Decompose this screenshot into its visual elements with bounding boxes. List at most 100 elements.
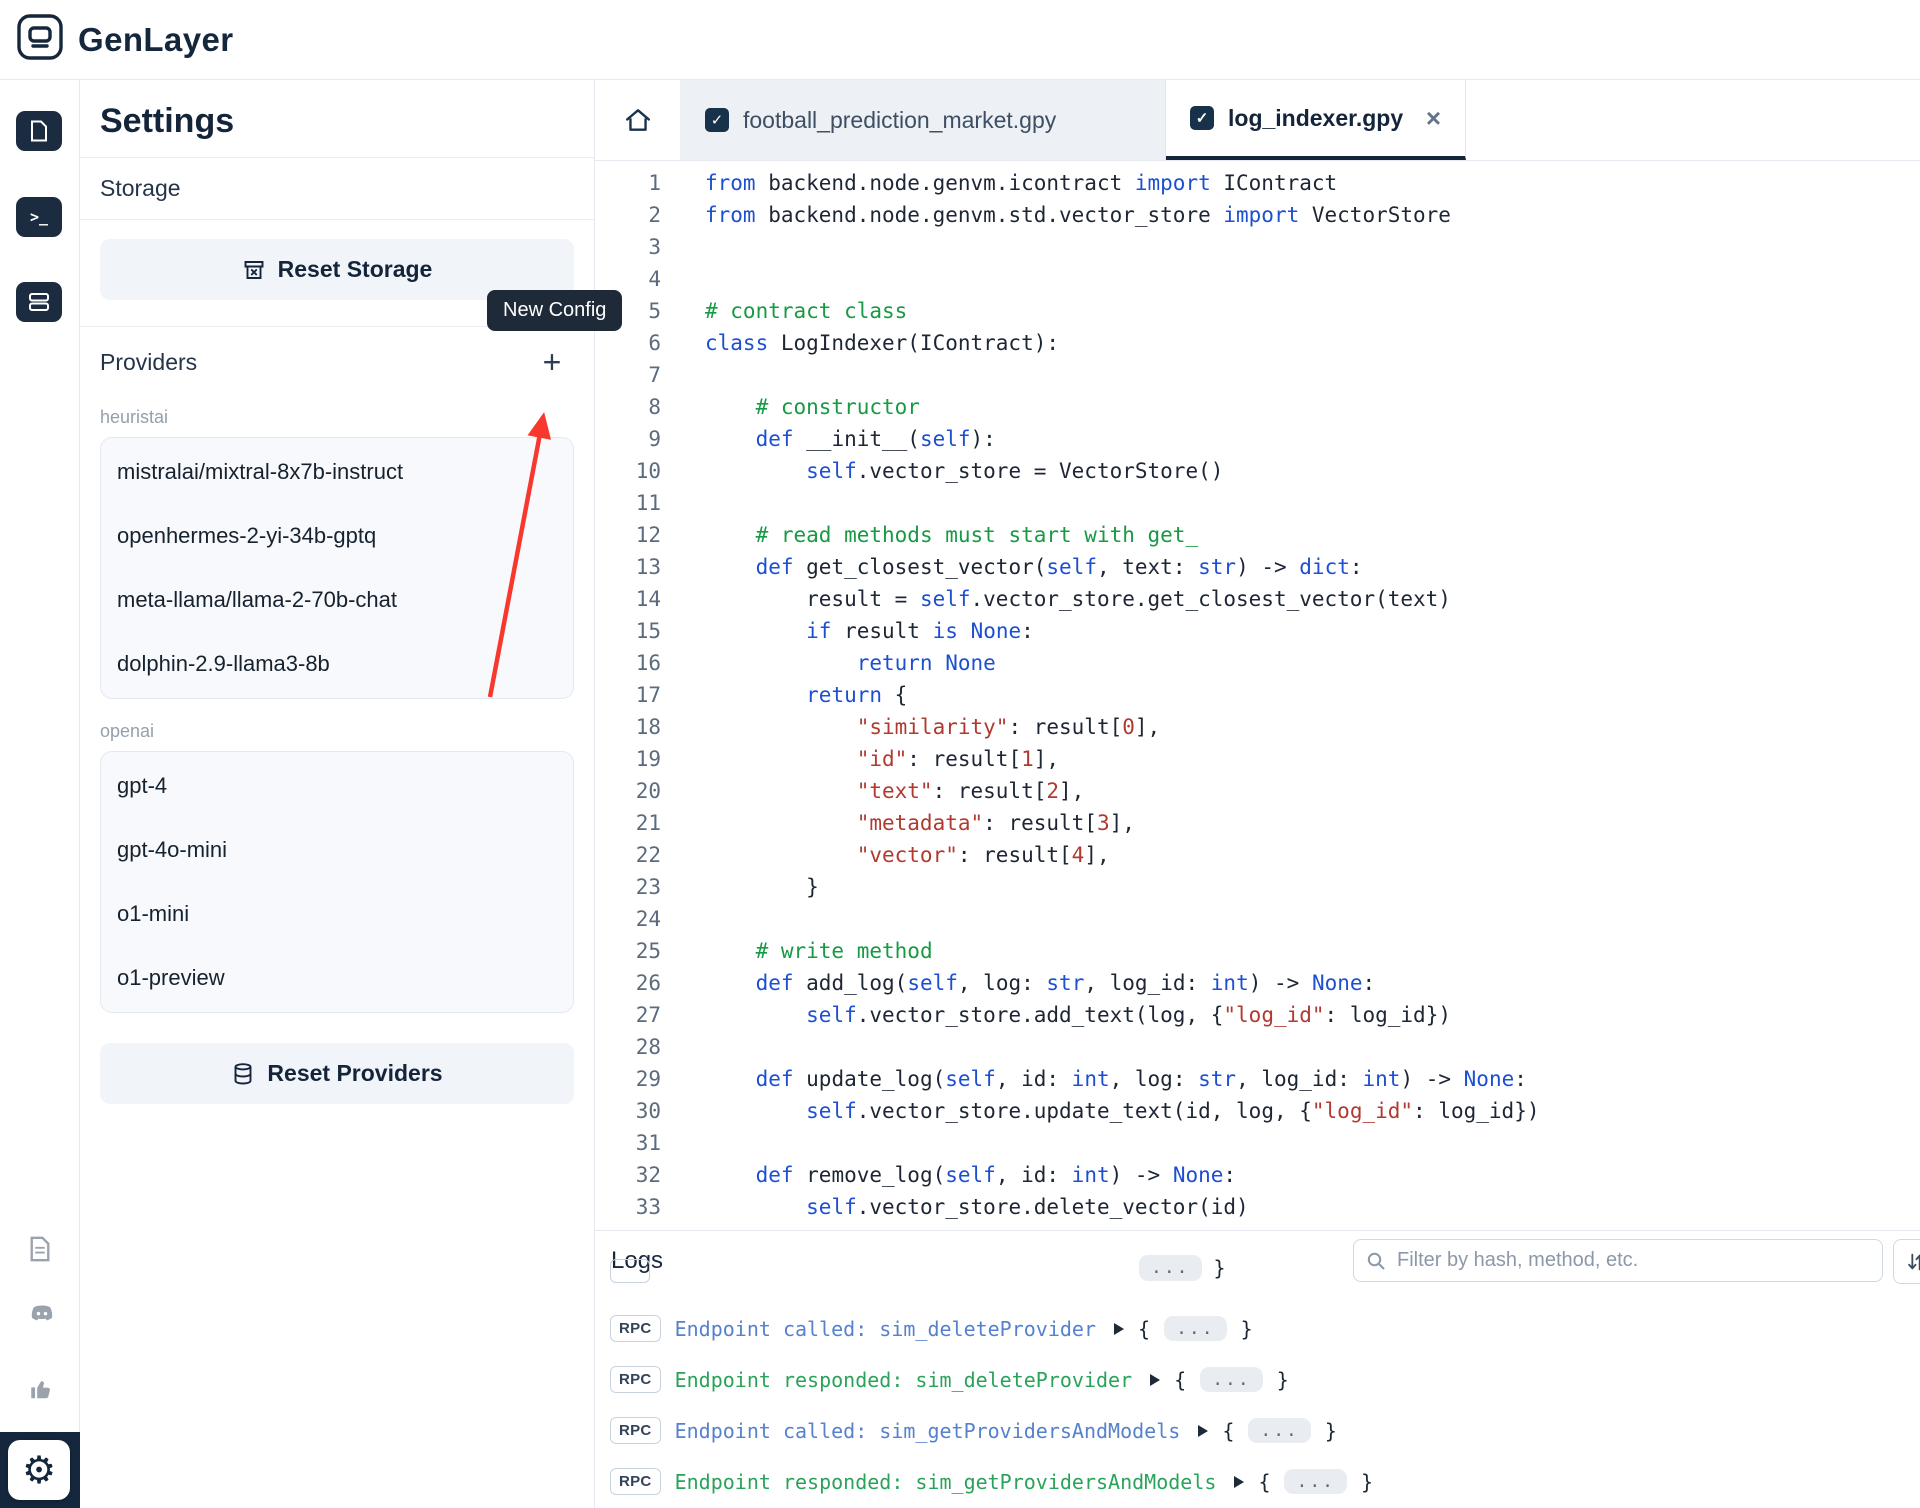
code-line: 20 "text": result[2], [595,775,1920,807]
settings-gear-icon[interactable]: ⚙ [8,1440,70,1500]
logs-filter-input[interactable] [1395,1248,1870,1273]
code-editor[interactable]: 1from backend.node.genvm.icontract impor… [595,161,1920,1230]
provider-item[interactable]: o1-preview [101,946,573,1010]
provider-item[interactable]: o1-mini [101,882,573,946]
code-text: } [661,871,819,903]
thumbs-up-icon[interactable] [28,1376,54,1402]
expand-triangle-icon[interactable] [1150,1374,1160,1386]
tab-log-indexer[interactable]: ✓ log_indexer.gpy × [1166,80,1466,160]
home-icon [624,107,652,133]
code-line: 13 def get_closest_vector(self, text: st… [595,551,1920,583]
line-number: 14 [595,583,661,615]
reset-providers-button[interactable]: Reset Providers [100,1043,574,1104]
code-line: 19 "id": result[1], [595,743,1920,775]
database-icon[interactable] [16,282,62,322]
close-tab-icon[interactable]: × [1426,105,1441,131]
code-text: "id": result[1], [661,743,1059,775]
provider-item[interactable]: gpt-4o-mini [101,818,573,882]
json-ellipsis-pill[interactable]: ... [1164,1316,1227,1342]
code-text: "metadata": result[3], [661,807,1135,839]
code-text: self.vector_store.add_text(log, {"log_id… [661,999,1451,1031]
line-number: 11 [595,487,661,519]
expand-triangle-icon[interactable] [1234,1476,1244,1488]
code-text: self.vector_store.delete_vector(id) [661,1191,1249,1223]
log-badge: RPC [610,1417,661,1444]
code-text: "text": result[2], [661,775,1084,807]
log-list: RPCEndpoint called: sim_deleteProvider{.… [595,1303,1920,1508]
line-number: 31 [595,1127,661,1159]
logs-panel: Logs ... } RPCEndpoint called: sim_de [595,1230,1920,1508]
brace-close: } [1241,1317,1253,1341]
provider-group-label: heuristai [100,407,574,428]
code-text [661,903,705,935]
discord-icon[interactable] [28,1304,54,1330]
code-text: if result is None: [661,615,1034,647]
provider-item[interactable]: dolphin-2.9-llama3-8b [101,632,573,696]
file-check-icon: ✓ [705,108,729,132]
code-text: def get_closest_vector(self, text: str) … [661,551,1363,583]
provider-item[interactable]: mistralai/mixtral-8x7b-instruct [101,440,573,504]
code-text: def __init__(self): [661,423,996,455]
code-text: "vector": result[4], [661,839,1110,871]
json-ellipsis-pill[interactable]: ... [1139,1255,1202,1281]
brand-name: GenLayer [78,21,233,59]
brace-close: } [1277,1368,1289,1392]
log-badge: RPC [610,1366,661,1393]
new-config-tooltip: New Config [487,290,622,331]
code-line: 22 "vector": result[4], [595,839,1920,871]
line-number: 2 [595,199,661,231]
json-ellipsis-pill[interactable]: ... [1200,1367,1263,1393]
json-ellipsis-pill[interactable]: ... [1248,1418,1311,1444]
line-number: 27 [595,999,661,1031]
trash-box-icon [242,258,266,282]
tab-football-prediction-market[interactable]: ✓ football_prediction_market.gpy [681,80,1166,160]
partial-log-badge [610,1259,650,1283]
line-number: 25 [595,935,661,967]
line-number: 29 [595,1063,661,1095]
code-text [661,1127,705,1159]
line-number: 10 [595,455,661,487]
terminal-icon[interactable]: >_ [16,197,62,237]
line-number: 3 [595,231,661,263]
code-line: 3 [595,231,1920,263]
code-line: 29 def update_log(self, id: int, log: st… [595,1063,1920,1095]
brace-open: { [1138,1317,1150,1341]
sort-order-button[interactable] [1893,1239,1920,1284]
provider-item[interactable]: gpt-4 [101,754,573,818]
provider-groups: heuristai mistralai/mixtral-8x7b-instruct… [100,407,574,1013]
code-line: 26 def add_log(self, log: str, log_id: i… [595,967,1920,999]
log-row[interactable]: RPCEndpoint called: sim_deleteProvider{.… [595,1303,1920,1354]
code-line: 7 [595,359,1920,391]
code-line: 17 return { [595,679,1920,711]
contracts-icon[interactable] [16,111,62,151]
line-number: 30 [595,1095,661,1127]
code-text: self.vector_store = VectorStore() [661,455,1223,487]
log-row[interactable]: RPCEndpoint responded: sim_getProvidersA… [595,1456,1920,1507]
expand-triangle-icon[interactable] [1114,1323,1124,1335]
reset-storage-label: Reset Storage [278,256,433,283]
code-text [661,263,705,295]
provider-item[interactable]: openhermes-2-yi-34b-gptq [101,504,573,568]
tab-home[interactable] [595,80,681,160]
add-provider-button[interactable]: + [530,340,574,384]
provider-item[interactable]: meta-llama/llama-2-70b-chat [101,568,573,632]
code-line: 34 [595,1223,1920,1230]
line-number: 17 [595,679,661,711]
code-line: 8 # constructor [595,391,1920,423]
reset-providers-label: Reset Providers [267,1060,442,1087]
log-row[interactable]: RPCEndpoint responded: sim_deleteProvide… [595,1354,1920,1405]
code-text: # write method [661,935,933,967]
json-ellipsis-pill[interactable]: ... [1284,1469,1347,1495]
log-row[interactable]: RPCEndpoint called: sim_getProvidersAndM… [595,1405,1920,1456]
docs-icon[interactable] [28,1236,54,1262]
line-number: 32 [595,1159,661,1191]
code-line: 25 # write method [595,935,1920,967]
editor-area: ✓ football_prediction_market.gpy ✓ log_i… [595,80,1920,1230]
brace-open: { [1174,1368,1186,1392]
expand-triangle-icon[interactable] [1198,1425,1208,1437]
code-line: 6class LogIndexer(IContract): [595,327,1920,359]
storage-section-label: Storage [100,175,574,202]
line-number: 20 [595,775,661,807]
code-text: class LogIndexer(IContract): [661,327,1059,359]
line-number: 22 [595,839,661,871]
